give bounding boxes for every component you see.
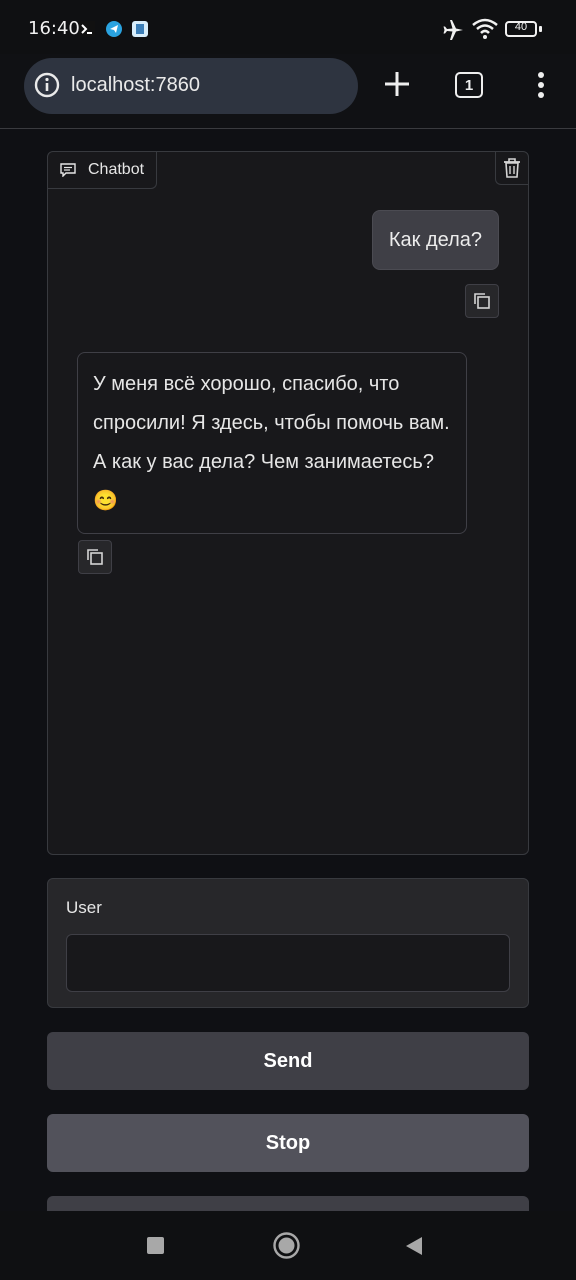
battery-tip bbox=[539, 26, 542, 32]
wifi-icon bbox=[472, 18, 498, 39]
url-text[interactable]: localhost:7860 bbox=[71, 74, 200, 97]
gradio-page: Chatbot Как дела? У меня всё хорошо, спа… bbox=[0, 129, 576, 1211]
system-nav-bar bbox=[0, 1211, 576, 1280]
recent-apps-icon[interactable] bbox=[147, 1237, 164, 1254]
battery-level: 40 bbox=[514, 21, 528, 33]
user-input-label: User bbox=[66, 898, 102, 917]
new-tab-icon[interactable] bbox=[381, 68, 413, 100]
user-message: Как дела? bbox=[371, 210, 499, 270]
address-bar[interactable]: localhost:7860 bbox=[24, 58, 358, 114]
copy-bot-message-button[interactable] bbox=[78, 540, 112, 574]
trash-icon bbox=[504, 158, 520, 178]
terminal-icon bbox=[79, 21, 95, 37]
more-menu-icon[interactable] bbox=[525, 68, 557, 100]
bot-message-text: У меня всё хорошо, спасибо, что спросили… bbox=[93, 373, 450, 512]
clear-chat-button[interactable] bbox=[495, 152, 528, 185]
back-icon[interactable] bbox=[404, 1235, 424, 1257]
stop-button[interactable]: Stop bbox=[47, 1114, 529, 1172]
battery-icon: 40 bbox=[505, 21, 537, 37]
copy-icon bbox=[87, 549, 103, 565]
stop-button-label: Stop bbox=[265, 1131, 311, 1154]
chatbot-label: Chatbot bbox=[48, 152, 158, 189]
bot-message: У меня всё хорошо, спасибо, что спросили… bbox=[77, 352, 467, 534]
chatbot-panel: Chatbot Как дела? У меня всё хорошо, спа… bbox=[47, 151, 529, 855]
chat-icon bbox=[60, 163, 76, 177]
airplane-mode-icon bbox=[443, 20, 463, 40]
copy-icon bbox=[474, 293, 490, 309]
tab-count: 1 bbox=[464, 76, 474, 94]
user-input-block: User bbox=[47, 878, 529, 1008]
copy-user-message-button[interactable] bbox=[465, 284, 499, 318]
user-message-text: Как дела? bbox=[388, 228, 482, 251]
send-button-label: Send bbox=[263, 1049, 313, 1072]
partially-visible-button[interactable] bbox=[47, 1196, 529, 1211]
send-button[interactable]: Send bbox=[47, 1032, 529, 1090]
telegram-icon bbox=[106, 21, 122, 37]
user-textbox[interactable] bbox=[66, 934, 510, 992]
status-bar: 16:40 40 bbox=[0, 0, 576, 60]
chatbot-label-text: Chatbot bbox=[88, 161, 145, 178]
site-info-icon[interactable] bbox=[34, 72, 60, 98]
browser-toolbar: localhost:7860 1 bbox=[0, 54, 576, 129]
app-icon bbox=[132, 21, 148, 37]
tab-switcher-icon[interactable]: 1 bbox=[455, 72, 483, 98]
status-time: 16:40 bbox=[28, 18, 80, 39]
home-icon[interactable] bbox=[272, 1231, 301, 1260]
